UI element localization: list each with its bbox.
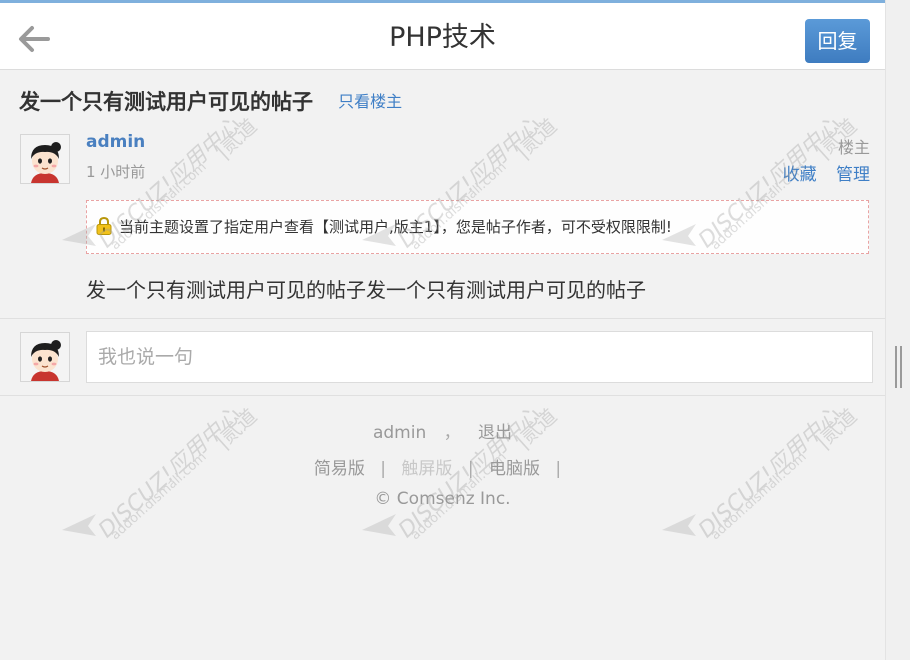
reply-button[interactable]: 回复: [805, 19, 870, 63]
header-bar: PHP技术 回复: [0, 0, 885, 70]
logout-link[interactable]: 退出: [478, 423, 512, 443]
watermark-arrow-icon: [662, 514, 696, 536]
thread-header: 发一个只有测试用户可见的帖子 只看楼主: [19, 86, 869, 118]
scrollbar-handle[interactable]: [895, 346, 903, 388]
footer-separator: |: [467, 459, 474, 479]
thread-title: 发一个只有测试用户可见的帖子: [19, 90, 313, 114]
floor-label: 楼主: [837, 138, 870, 157]
footer-version-links: 简易版 | 触屏版 | 电脑版 |: [0, 454, 885, 479]
avatar-image: [21, 135, 69, 183]
post-content: 发一个只有测试用户可见的帖子发一个只有测试用户可见的帖子: [86, 278, 646, 302]
manage-link[interactable]: 管理: [836, 165, 870, 185]
touch-version-link[interactable]: 触屏版: [401, 459, 452, 479]
footer-username[interactable]: admin: [373, 423, 426, 443]
watermark-cn: |贰道: [510, 113, 562, 163]
footer-separator: |: [380, 459, 387, 479]
page-title: PHP技术: [389, 22, 496, 53]
footer-user-links: admin ， 退出: [0, 418, 885, 443]
notice-text: 当前主题设置了指定用户查看【测试用户,版主1】，您是帖子作者，可不受权限限制!: [119, 218, 672, 236]
avatar[interactable]: [20, 134, 70, 184]
favorite-link[interactable]: 收藏: [783, 165, 817, 185]
watermark-arrow-icon: [62, 514, 96, 536]
lock-icon: [96, 216, 112, 235]
copyright: © Comsenz Inc.: [374, 489, 511, 509]
simple-version-link[interactable]: 简易版: [314, 459, 365, 479]
watermark-cn: |贰道: [210, 113, 262, 163]
reply-avatar: [20, 332, 70, 382]
footer-comma: ，: [443, 423, 461, 443]
permission-notice: 当前主题设置了指定用户查看【测试用户,版主1】，您是帖子作者，可不受权限限制!: [86, 200, 869, 254]
post-actions: 收藏 管理: [769, 160, 870, 185]
reply-input[interactable]: 我也说一句: [86, 331, 873, 383]
post-time: 1 小时前: [86, 163, 146, 181]
page: PHP技术 回复 发一个只有测试用户可见的帖子 只看楼主 admin 1 小时前…: [0, 0, 886, 660]
desktop-version-link[interactable]: 电脑版: [489, 459, 540, 479]
avatar-image: [21, 333, 69, 381]
author-name[interactable]: admin: [86, 132, 145, 152]
divider: [0, 318, 885, 319]
footer-separator: |: [555, 459, 562, 479]
only-author-link[interactable]: 只看楼主: [338, 86, 402, 118]
watermark-arrow-icon: [362, 514, 396, 536]
divider: [0, 395, 885, 396]
